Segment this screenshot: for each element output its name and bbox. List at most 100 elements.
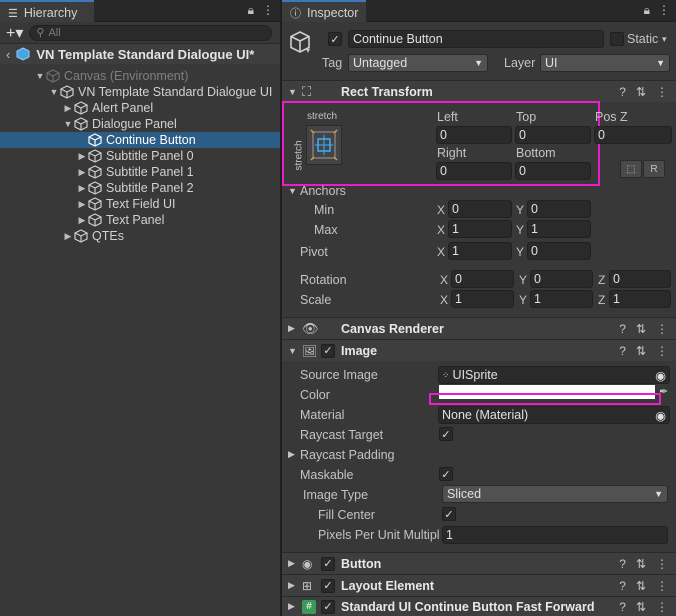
posz-field[interactable]: 0	[594, 126, 672, 144]
tag-dropdown[interactable]: Untagged ▼	[348, 54, 488, 72]
max-y-field[interactable]: 1	[527, 220, 591, 238]
hierarchy-item[interactable]: Continue Button	[0, 132, 280, 148]
raycast-target-checkbox[interactable]: ✓	[439, 427, 453, 441]
object-name-field[interactable]: Continue Button	[348, 30, 604, 48]
raw-edit-button[interactable]: R	[643, 160, 665, 178]
hierarchy-search-field[interactable]: ⚲ All	[29, 24, 272, 41]
min-x-field[interactable]: 0	[448, 200, 512, 218]
component-menu-icon[interactable]: ⋮	[656, 557, 668, 571]
collapsed-arrow-icon[interactable]: ▶	[62, 103, 74, 114]
collapsed-arrow-icon[interactable]: ▶	[76, 199, 88, 210]
expanded-arrow-icon[interactable]: ▼	[48, 87, 60, 97]
component-menu-icon[interactable]: ⋮	[656, 322, 668, 336]
collapsed-arrow-icon[interactable]: ▶	[76, 183, 88, 194]
object-picker-icon[interactable]: ◉	[655, 368, 666, 383]
left-field[interactable]: 0	[436, 126, 512, 144]
button-enabled-checkbox[interactable]: ✓	[321, 556, 335, 571]
presets-icon[interactable]: ⇅	[636, 557, 646, 571]
right-field[interactable]: 0	[436, 162, 512, 180]
image-enabled-checkbox[interactable]: ✓	[321, 343, 335, 358]
presets-icon[interactable]: ⇅	[636, 344, 646, 358]
scale-z-field[interactable]: 1	[609, 290, 671, 308]
script-enabled-checkbox[interactable]: ✓	[321, 599, 335, 614]
component-menu-icon[interactable]: ⋮	[656, 344, 668, 358]
tab-hierarchy[interactable]: ☰ Hierarchy	[0, 0, 94, 22]
fill-center-checkbox[interactable]: ✓	[442, 507, 456, 521]
expanded-arrow-icon[interactable]: ▼	[34, 71, 46, 81]
static-checkbox[interactable]	[610, 32, 624, 46]
raycast-padding-expand-icon[interactable]: ▶	[288, 449, 295, 460]
expand-arrow-icon[interactable]: ▶	[288, 558, 295, 569]
expand-arrow-icon[interactable]: ▶	[288, 323, 295, 334]
max-x-field[interactable]: 1	[448, 220, 512, 238]
object-picker-icon[interactable]: ◉	[655, 408, 666, 423]
hierarchy-item[interactable]: ▼ Canvas (Environment)	[0, 68, 280, 84]
help-icon[interactable]: ?	[619, 600, 626, 614]
back-chevron-icon[interactable]: ‹	[6, 47, 10, 62]
bottom-field[interactable]: 0	[515, 162, 591, 180]
rect-transform-header[interactable]: ▼ ⛶ Rect Transform ? ⇅ ⋮	[282, 80, 676, 102]
layout-enabled-checkbox[interactable]: ✓	[321, 578, 335, 593]
image-header[interactable]: ▼ 🖼︎ ✓ Image ? ⇅ ⋮	[282, 339, 676, 361]
canvas-renderer-header[interactable]: ▶ 👁︎ Canvas Renderer ? ⇅ ⋮	[282, 317, 676, 339]
active-checkbox[interactable]: ✓	[328, 32, 342, 46]
tab-inspector[interactable]: ⓘ Inspector	[282, 0, 366, 22]
ppu-field[interactable]: 1	[442, 526, 668, 544]
layer-dropdown[interactable]: UI ▼	[540, 54, 670, 72]
pivot-x-field[interactable]: 1	[448, 242, 512, 260]
lock-icon[interactable]: 🔒︎	[644, 3, 650, 18]
hierarchy-item[interactable]: ▶ Text Field UI	[0, 196, 280, 212]
collapse-arrow-icon[interactable]: ▼	[288, 346, 297, 356]
expanded-arrow-icon[interactable]: ▼	[62, 119, 74, 129]
hierarchy-item[interactable]: ▼ Dialogue Panel	[0, 116, 280, 132]
help-icon[interactable]: ?	[619, 85, 626, 99]
add-create-button[interactable]: +▾	[6, 23, 23, 43]
hierarchy-item[interactable]: ▶ Text Panel	[0, 212, 280, 228]
rotation-x-field[interactable]: 0	[451, 270, 514, 288]
help-icon[interactable]: ?	[619, 557, 626, 571]
button-component-header[interactable]: ▶ ◉ ✓ Button ? ⇅ ⋮	[282, 552, 676, 574]
material-field[interactable]: None (Material) ◉	[438, 406, 670, 424]
source-image-field[interactable]: ⁘ UISprite ◉	[438, 366, 670, 384]
hierarchy-item[interactable]: ▼ VN Template Standard Dialogue UI	[0, 84, 280, 100]
more-options-icon[interactable]: ⋮	[262, 3, 274, 18]
help-icon[interactable]: ?	[619, 344, 626, 358]
collapse-arrow-icon[interactable]: ▼	[288, 87, 297, 97]
script-component-header[interactable]: ▶ # ✓ Standard UI Continue Button Fast F…	[282, 596, 676, 616]
help-icon[interactable]: ?	[619, 322, 626, 336]
anchors-collapse-arrow-icon[interactable]: ▼	[288, 186, 297, 196]
collapsed-arrow-icon[interactable]: ▶	[76, 215, 88, 226]
expand-arrow-icon[interactable]: ▶	[288, 601, 295, 612]
rotation-z-field[interactable]: 0	[609, 270, 671, 288]
hierarchy-item[interactable]: ▶ Subtitle Panel 0	[0, 148, 280, 164]
component-menu-icon[interactable]: ⋮	[656, 85, 668, 99]
scene-header-row[interactable]: ‹ VN Template Standard Dialogue UI*	[0, 44, 280, 64]
expand-arrow-icon[interactable]: ▶	[288, 580, 295, 591]
top-field[interactable]: 0	[515, 126, 591, 144]
scale-x-field[interactable]: 1	[451, 290, 514, 308]
collapsed-arrow-icon[interactable]: ▶	[62, 231, 74, 242]
more-options-icon[interactable]: ⋮	[658, 3, 670, 18]
hierarchy-item[interactable]: ▶ Subtitle Panel 1	[0, 164, 280, 180]
image-type-dropdown[interactable]: Sliced ▼	[442, 485, 668, 503]
presets-icon[interactable]: ⇅	[636, 600, 646, 614]
scale-y-field[interactable]: 1	[530, 290, 593, 308]
hierarchy-item[interactable]: ▶ Alert Panel	[0, 100, 280, 116]
collapsed-arrow-icon[interactable]: ▶	[76, 151, 88, 162]
maskable-checkbox[interactable]: ✓	[439, 467, 453, 481]
presets-icon[interactable]: ⇅	[636, 579, 646, 593]
hierarchy-item[interactable]: ▶ QTEs	[0, 228, 280, 244]
layout-element-header[interactable]: ▶ ⊞ ✓ Layout Element ? ⇅ ⋮	[282, 574, 676, 596]
presets-icon[interactable]: ⇅	[636, 85, 646, 99]
min-y-field[interactable]: 0	[527, 200, 591, 218]
component-menu-icon[interactable]: ⋮	[656, 600, 668, 614]
rotation-y-field[interactable]: 0	[530, 270, 593, 288]
pivot-y-field[interactable]: 0	[527, 242, 591, 260]
presets-icon[interactable]: ⇅	[636, 322, 646, 336]
blueprint-mode-button[interactable]: ⬚	[620, 160, 642, 178]
hierarchy-item[interactable]: ▶ Subtitle Panel 2	[0, 180, 280, 196]
static-dropdown-icon[interactable]: ▾	[662, 34, 667, 45]
collapsed-arrow-icon[interactable]: ▶	[76, 167, 88, 178]
icon-dropdown-arrow-icon[interactable]: ▾	[306, 46, 310, 55]
help-icon[interactable]: ?	[619, 579, 626, 593]
